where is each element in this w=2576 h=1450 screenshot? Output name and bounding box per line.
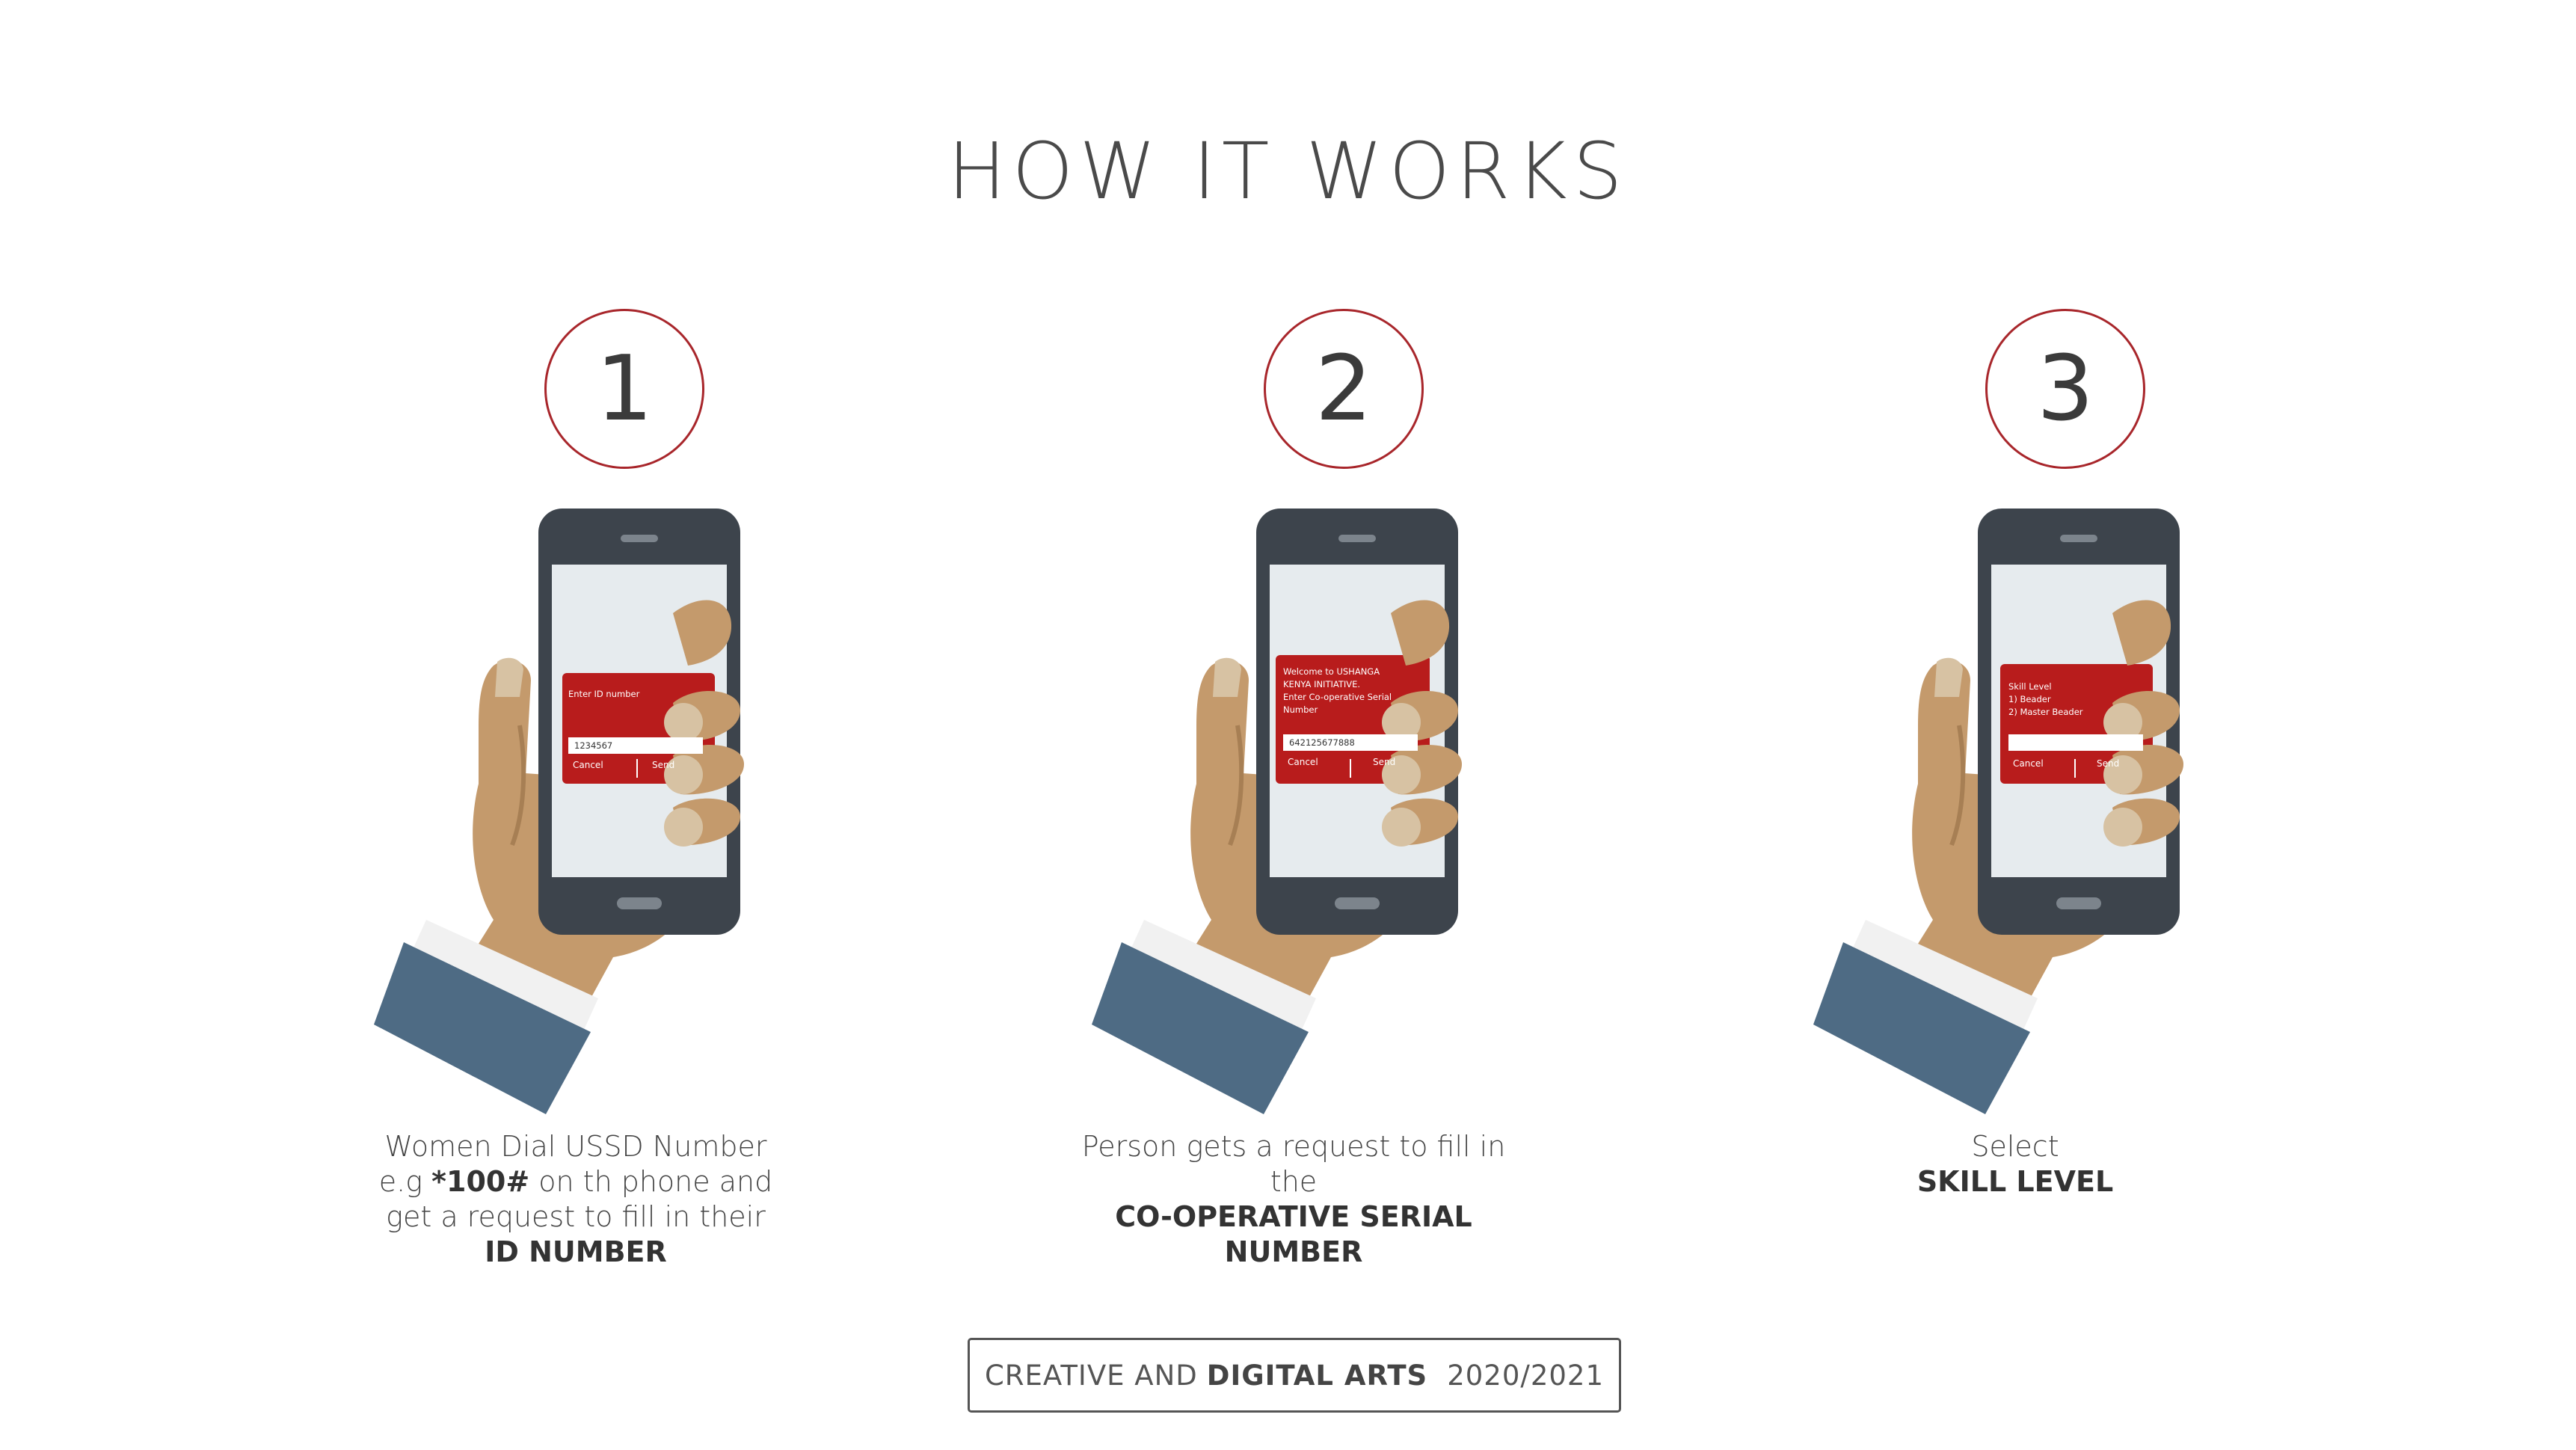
footer-badge: CREATIVE AND DIGITAL ARTS 2020/2021 bbox=[968, 1338, 1621, 1413]
step-2-description: Person gets a request to fill in the CO-… bbox=[1081, 1130, 1506, 1268]
ussd-input-field[interactable]: 1234567 bbox=[568, 737, 703, 754]
step-number-badge: 3 bbox=[1985, 309, 2145, 469]
page-title: HOW IT WORKS bbox=[947, 126, 1629, 217]
ussd-prompt: Welcome to USHANGA KENYA INITIATIVE. Ent… bbox=[1283, 666, 1392, 715]
ussd-prompt: Enter ID number bbox=[568, 689, 640, 699]
step-number-badge: 1 bbox=[544, 309, 704, 469]
step-number-badge: 2 bbox=[1264, 309, 1424, 469]
ussd-input-field[interactable] bbox=[2008, 734, 2143, 751]
ussd-cancel-button[interactable]: Cancel bbox=[2013, 758, 2044, 769]
ussd-prompt: Skill Level 1) Beader 2) Master Beader bbox=[2008, 681, 2083, 717]
footer-prefix: CREATIVE AND bbox=[984, 1359, 1198, 1392]
step-1-description: Women Dial USSD Number e.g *100# on th p… bbox=[378, 1130, 773, 1268]
ussd-cancel-button[interactable]: Cancel bbox=[1288, 757, 1318, 767]
ussd-send-button[interactable]: Send bbox=[1373, 757, 1395, 767]
step-3-description: Select SKILL LEVEL bbox=[1916, 1130, 2114, 1198]
ussd-send-button[interactable]: Send bbox=[652, 760, 674, 770]
ussd-cancel-button[interactable]: Cancel bbox=[573, 760, 603, 770]
hand-holding-phone-illustration bbox=[1813, 509, 2183, 1114]
ussd-input-field[interactable]: 642125677888 bbox=[1283, 734, 1418, 751]
hand-holding-phone-illustration bbox=[374, 509, 744, 1114]
ussd-send-button[interactable]: Send bbox=[2097, 758, 2119, 769]
footer-bold: DIGITAL ARTS bbox=[1206, 1359, 1428, 1392]
hand-holding-phone-illustration bbox=[1092, 509, 1462, 1114]
footer-year: 2020/2021 bbox=[1447, 1359, 1605, 1392]
